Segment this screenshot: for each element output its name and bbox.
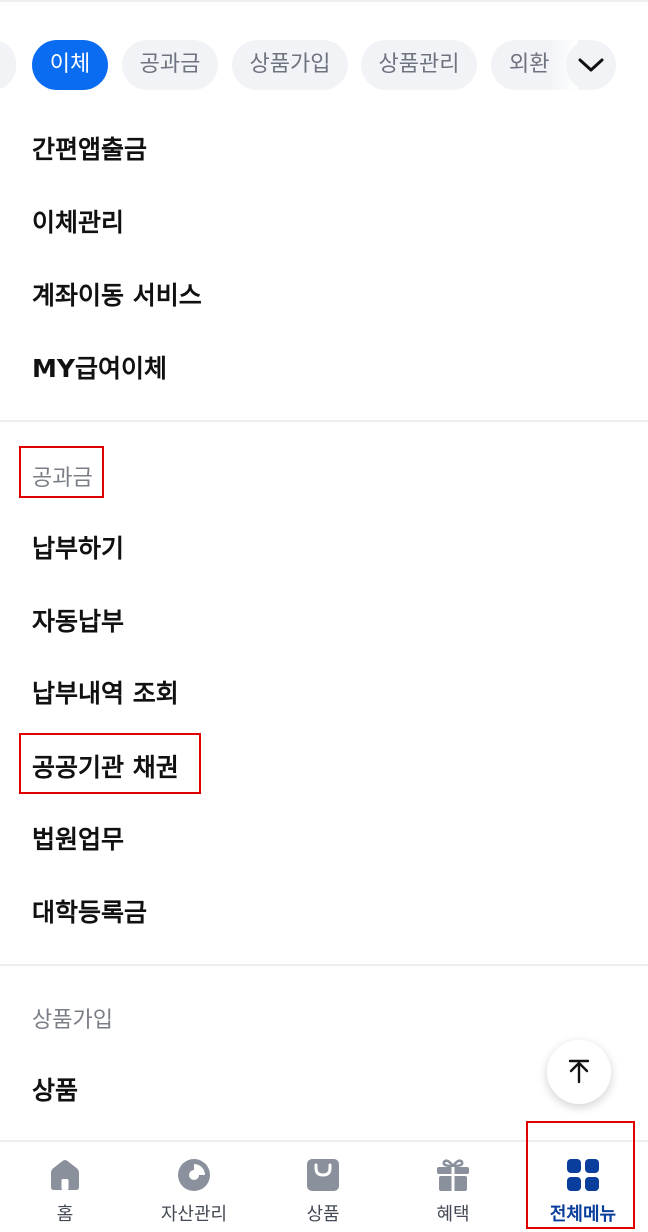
nav-item-home[interactable]: 홈 — [10, 1154, 120, 1228]
tab-product-signup[interactable]: 상품가입 — [232, 40, 348, 90]
tab-transfer[interactable]: 이체 — [32, 40, 108, 90]
nav-label-asset-management: 자산관리 — [160, 1204, 228, 1225]
menu-item-my-salary-transfer[interactable]: MY급여이체 — [32, 349, 167, 385]
tab-product-management[interactable]: 상품관리 — [361, 40, 477, 90]
section-title-utility: 공과금 — [32, 466, 93, 491]
nav-label-home: 홈 — [56, 1204, 74, 1225]
menu-item-court-services[interactable]: 법원업무 — [32, 820, 124, 856]
nav-item-products[interactable]: 상품 — [268, 1154, 378, 1228]
arrow-up-icon — [568, 1059, 590, 1084]
shopping-bag-icon — [305, 1156, 341, 1194]
nav-label-products: 상품 — [306, 1204, 340, 1225]
nav-item-all-menu[interactable]: 전체메뉴 — [528, 1154, 638, 1228]
nav-label-all-menu: 전체메뉴 — [549, 1204, 617, 1225]
nav-item-benefits[interactable]: 혜택 — [398, 1154, 508, 1228]
home-icon — [47, 1156, 83, 1194]
menu-item-payment-history[interactable]: 납부내역 조회 — [32, 674, 179, 710]
menu-item-account-switch-service[interactable]: 계좌이동 서비스 — [32, 276, 202, 312]
menu-item-simple-app-withdrawal[interactable]: 간편앱출금 — [32, 130, 147, 166]
menu-item-public-bonds[interactable]: 공공기관 채권 — [32, 748, 179, 784]
section-divider — [0, 420, 648, 422]
menu-item-pay-bills[interactable]: 납부하기 — [32, 529, 124, 565]
bottom-navigation: 홈 자산관리 상품 혜택 전체메뉴 — [0, 1140, 648, 1232]
tabs-expand-button[interactable] — [566, 40, 616, 90]
nav-item-asset-management[interactable]: 자산관리 — [139, 1154, 249, 1228]
scroll-to-top-button[interactable] — [547, 1040, 611, 1104]
pie-chart-icon — [176, 1156, 212, 1194]
section-divider — [0, 964, 648, 966]
top-divider — [0, 0, 648, 2]
grid-menu-icon — [565, 1156, 601, 1194]
menu-item-products[interactable]: 상품 — [32, 1071, 78, 1107]
tab-previous-partial[interactable] — [0, 40, 16, 90]
category-tabs: 이체 공과금 상품가입 상품관리 외환 — [0, 38, 648, 92]
menu-item-transfer-management[interactable]: 이체관리 — [32, 203, 124, 239]
section-title-product-signup: 상품가입 — [32, 1008, 113, 1033]
nav-label-benefits: 혜택 — [436, 1204, 470, 1225]
menu-item-auto-payment[interactable]: 자동납부 — [32, 602, 124, 638]
chevron-down-icon — [578, 58, 604, 72]
gift-icon — [435, 1156, 471, 1194]
menu-item-tuition[interactable]: 대학등록금 — [32, 893, 147, 929]
tab-utility[interactable]: 공과금 — [122, 40, 218, 90]
